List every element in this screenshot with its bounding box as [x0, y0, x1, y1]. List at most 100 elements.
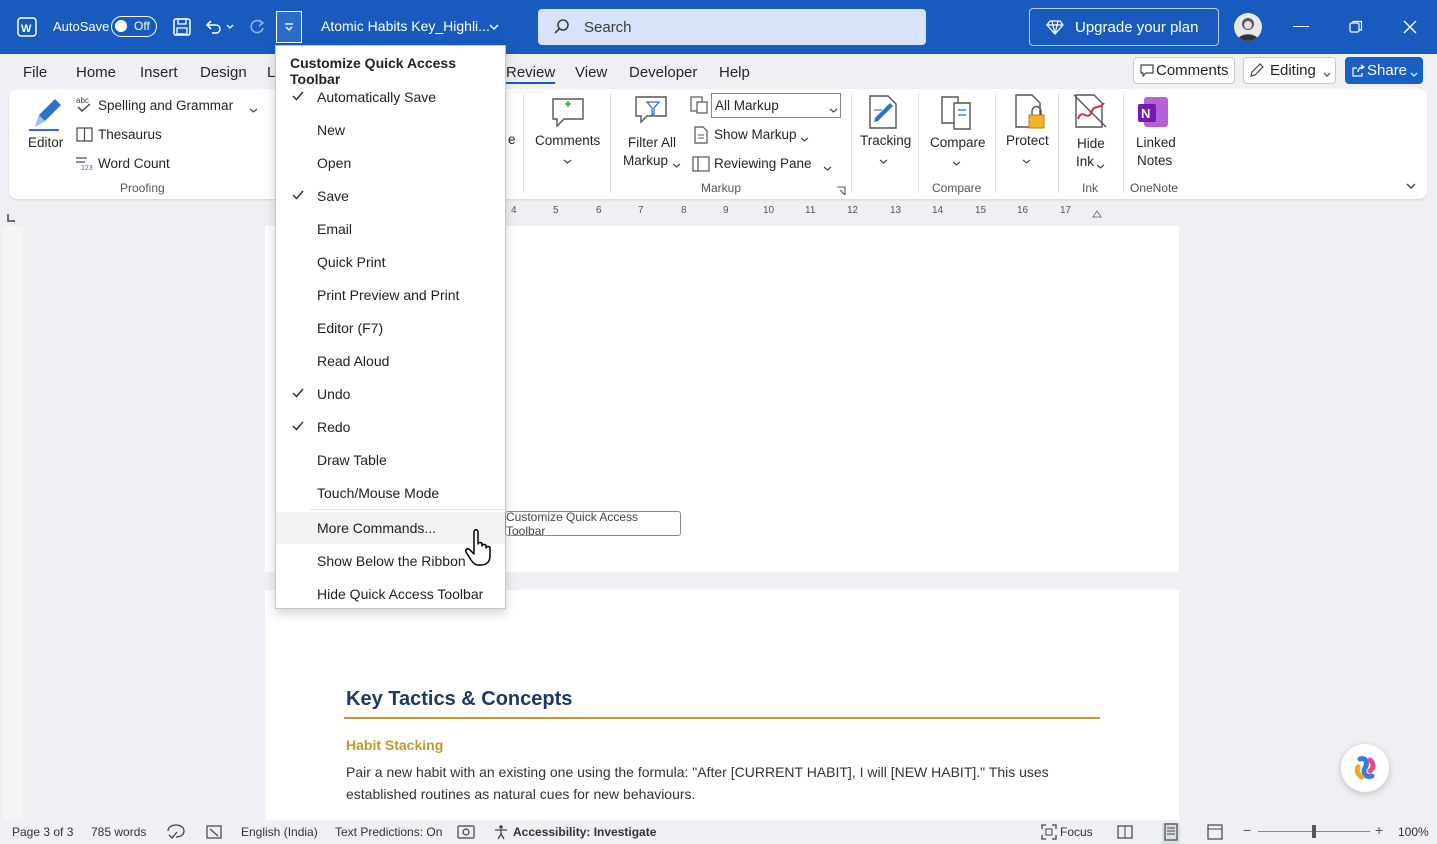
- display-for-review-select[interactable]: All Markup: [711, 93, 841, 118]
- protect-chevron-icon[interactable]: [1022, 153, 1031, 171]
- autosave-toggle[interactable]: Off: [111, 16, 157, 37]
- filter-markup-label[interactable]: Markup: [623, 153, 668, 168]
- focus-icon[interactable]: [1041, 824, 1057, 843]
- tab-review[interactable]: Review: [506, 64, 555, 81]
- menu-item-redo[interactable]: Redo: [276, 412, 505, 442]
- web-layout-icon[interactable]: [1207, 824, 1223, 843]
- filter-all-label[interactable]: Filter All: [628, 135, 676, 150]
- tab-selector-icon[interactable]: [7, 209, 16, 227]
- proofing-status-icon[interactable]: [166, 823, 186, 842]
- protect-button[interactable]: Protect: [1006, 133, 1049, 148]
- compare-chevron-icon[interactable]: [952, 155, 961, 173]
- tab-design[interactable]: Design: [200, 64, 247, 81]
- tracking-button[interactable]: Tracking: [860, 133, 911, 148]
- tab-developer[interactable]: Developer: [629, 64, 697, 81]
- menu-item-print-preview[interactable]: Print Preview and Print: [276, 280, 505, 310]
- editor-button[interactable]: Editor: [28, 135, 63, 150]
- menu-item-hide-qat[interactable]: Hide Quick Access Toolbar: [276, 579, 505, 609]
- accessibility-indicator[interactable]: Accessibility: Investigate: [513, 825, 656, 839]
- word-count-indicator[interactable]: 785 words: [91, 825, 146, 839]
- tab-home[interactable]: Home: [76, 64, 116, 81]
- menu-item-touch-mouse-mode[interactable]: Touch/Mouse Mode: [276, 478, 505, 508]
- document-body-text[interactable]: Pair a new habit with an existing one us…: [346, 761, 1076, 805]
- compare-icon[interactable]: [940, 95, 974, 136]
- comments-button[interactable]: Comments: [1133, 57, 1235, 84]
- track-changes-status-icon[interactable]: [457, 824, 475, 843]
- comments-group-button[interactable]: Comments: [535, 133, 600, 148]
- filter-markup-icon[interactable]: [633, 94, 669, 133]
- spelling-grammar-button[interactable]: Spelling and Grammar: [98, 98, 233, 113]
- save-icon[interactable]: [169, 14, 195, 40]
- accessibility-icon[interactable]: [493, 824, 509, 843]
- share-button[interactable]: Share: [1345, 57, 1423, 84]
- title-chevron-down-icon[interactable]: [488, 20, 500, 38]
- linked-notes-label[interactable]: Linked: [1136, 135, 1176, 150]
- hide-ink-label[interactable]: Hide: [1077, 136, 1105, 151]
- close-icon[interactable]: [1403, 20, 1417, 39]
- tracking-chevron-icon[interactable]: [879, 153, 888, 171]
- menu-item-read-aloud[interactable]: Read Aloud: [276, 346, 505, 376]
- compare-button[interactable]: Compare: [930, 135, 986, 150]
- undo-dropdown-icon[interactable]: [223, 14, 237, 40]
- spelling-chevron-icon[interactable]: [249, 102, 258, 120]
- redo-icon[interactable]: [244, 14, 270, 40]
- search-box[interactable]: Search: [538, 9, 926, 45]
- macro-recording-icon[interactable]: [206, 824, 222, 843]
- right-indent-marker-icon[interactable]: [1092, 208, 1102, 221]
- focus-mode-button[interactable]: Focus: [1060, 825, 1093, 839]
- ink-label[interactable]: Ink: [1076, 154, 1094, 169]
- restore-icon[interactable]: [1349, 20, 1363, 39]
- read-mode-icon[interactable]: [1117, 824, 1133, 843]
- menu-item-draw-table[interactable]: Draw Table: [276, 445, 505, 475]
- customize-qat-button[interactable]: [276, 11, 302, 43]
- menu-item-undo[interactable]: Undo: [276, 379, 505, 409]
- notes-label[interactable]: Notes: [1137, 153, 1172, 168]
- editor-pen-icon[interactable]: [25, 93, 65, 133]
- hide-ink-icon[interactable]: [1072, 93, 1108, 136]
- onenote-icon[interactable]: N: [1136, 95, 1172, 136]
- ribbon-collapse-chevron-icon[interactable]: [1405, 179, 1417, 197]
- document-subheading[interactable]: Habit Stacking: [346, 737, 443, 753]
- language-indicator[interactable]: English (India): [241, 825, 318, 839]
- thesaurus-button[interactable]: Thesaurus: [98, 127, 162, 142]
- word-count-button[interactable]: Word Count: [98, 156, 170, 171]
- menu-item-save[interactable]: Save: [276, 181, 505, 211]
- print-layout-icon[interactable]: [1162, 823, 1180, 844]
- horizontal-ruler[interactable]: 4 5 6 7 8 9 10 11 12 13 14 15 16 17: [505, 205, 1179, 219]
- zoom-out-icon[interactable]: −: [1243, 822, 1251, 838]
- menu-item-editor[interactable]: Editor (F7): [276, 313, 505, 343]
- menu-item-automatically-save[interactable]: Automatically Save: [276, 82, 505, 112]
- document-title[interactable]: Atomic Habits Key_Highli...: [321, 18, 490, 34]
- reviewing-pane-chevron-icon[interactable]: [823, 160, 832, 178]
- reviewing-pane-button[interactable]: Reviewing Pane: [714, 156, 812, 171]
- avatar[interactable]: [1234, 13, 1262, 41]
- tracking-icon[interactable]: [866, 94, 900, 135]
- document-heading[interactable]: Key Tactics & Concepts: [346, 688, 572, 711]
- menu-item-quick-print[interactable]: Quick Print: [276, 247, 505, 277]
- new-comment-icon[interactable]: [550, 94, 586, 135]
- editing-mode-button[interactable]: Editing: [1243, 57, 1336, 84]
- tab-file[interactable]: File: [23, 64, 47, 81]
- page-indicator[interactable]: Page 3 of 3: [12, 825, 73, 839]
- comments-chevron-icon[interactable]: [563, 153, 572, 171]
- menu-item-open[interactable]: Open: [276, 148, 505, 178]
- hide-ink-chevron-icon[interactable]: [1096, 158, 1105, 176]
- show-markup-button[interactable]: Show Markup: [714, 127, 797, 142]
- tab-view[interactable]: View: [575, 64, 607, 81]
- menu-item-new[interactable]: New: [276, 115, 505, 145]
- tab-insert[interactable]: Insert: [140, 64, 178, 81]
- upgrade-plan-button[interactable]: Upgrade your plan: [1029, 8, 1219, 46]
- show-markup-chevron-icon[interactable]: [800, 131, 809, 149]
- minimize-icon[interactable]: [1293, 26, 1309, 27]
- dialog-launcher-icon[interactable]: [836, 183, 846, 201]
- filter-chevron-icon[interactable]: [672, 157, 681, 175]
- menu-item-email[interactable]: Email: [276, 214, 505, 244]
- zoom-level[interactable]: 100%: [1398, 825, 1429, 839]
- zoom-slider-thumb[interactable]: [1312, 825, 1316, 838]
- text-predictions-indicator[interactable]: Text Predictions: On: [335, 825, 442, 839]
- zoom-in-icon[interactable]: +: [1375, 822, 1383, 838]
- vertical-ruler[interactable]: [3, 226, 23, 820]
- copilot-button[interactable]: [1341, 744, 1389, 792]
- tab-help[interactable]: Help: [719, 64, 750, 81]
- protect-icon[interactable]: [1012, 93, 1048, 136]
